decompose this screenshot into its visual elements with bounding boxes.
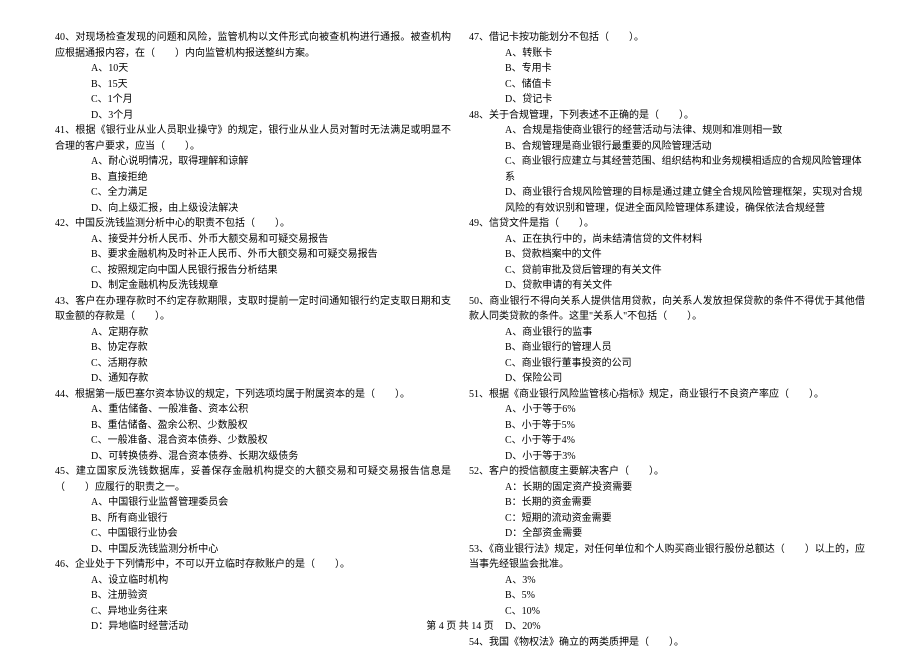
question-51: 51、根据《商业银行风险监管核心指标》规定，商业银行不良资产率应（ ）。 A、小… <box>469 387 865 465</box>
q45-opt-a: A、中国银行业监督管理委员会 <box>55 495 451 511</box>
left-column: 40、对现场检查发现的问题和风险，监管机构以文件形式向被查机构进行通报。被查机构… <box>55 30 451 650</box>
question-49: 49、信贷文件是指（ ）。 A、正在执行中的，尚未结清信贷的文件材料 B、贷款档… <box>469 216 865 294</box>
q53-opt-a: A、3% <box>469 573 865 589</box>
q44-opt-a: A、重估储备、一般准备、资本公积 <box>55 402 451 418</box>
q45-opt-d: D、中国反洗钱监测分析中心 <box>55 542 451 558</box>
q44-opt-c: C、一般准备、混合资本债券、少数股权 <box>55 433 451 449</box>
question-43: 43、客户在办理存款时不约定存款期限，支取时提前一定时间通知银行约定支取日期和支… <box>55 294 451 387</box>
q43-opt-d: D、通知存款 <box>55 371 451 387</box>
q47-opt-d: D、贷记卡 <box>469 92 865 108</box>
two-column-layout: 40、对现场检查发现的问题和风险，监管机构以文件形式向被查机构进行通报。被查机构… <box>55 30 865 650</box>
q51-text: 51、根据《商业银行风险监管核心指标》规定，商业银行不良资产率应（ ）。 <box>469 387 865 403</box>
q50-opt-a: A、商业银行的监事 <box>469 325 865 341</box>
q40-opt-a: A、10天 <box>55 61 451 77</box>
q53-text: 53、《商业银行法》规定，对任何单位和个人购买商业银行股份总额达（ ）以上的，应… <box>469 542 865 573</box>
q50-text: 50、商业银行不得向关系人提供信用贷款，向关系人发放担保贷款的条件不得优于其他借… <box>469 294 865 325</box>
q52-text: 52、客户的授信额度主要解决客户（ ）。 <box>469 464 865 480</box>
q52-opt-b: B：长期的资金需要 <box>469 495 865 511</box>
question-42: 42、中国反洗钱监测分析中心的职责不包括（ ）。 A、接受并分析人民币、外币大额… <box>55 216 451 294</box>
q41-opt-b: B、直接拒绝 <box>55 170 451 186</box>
q41-opt-d: D、向上级汇报，由上级设法解决 <box>55 201 451 217</box>
q42-opt-b: B、要求金融机构及时补正人民币、外币大额交易和可疑交易报告 <box>55 247 451 263</box>
q48-text: 48、关于合规管理，下列表述不正确的是（ ）。 <box>469 108 865 124</box>
q53-opt-b: B、5% <box>469 588 865 604</box>
q48-opt-a: A、合规是指使商业银行的经营活动与法律、规则和准则相一致 <box>469 123 865 139</box>
q49-opt-d: D、贷款申请的有关文件 <box>469 278 865 294</box>
question-50: 50、商业银行不得向关系人提供信用贷款，向关系人发放担保贷款的条件不得优于其他借… <box>469 294 865 387</box>
q40-opt-c: C、1个月 <box>55 92 451 108</box>
question-52: 52、客户的授信额度主要解决客户（ ）。 A：长期的固定资产投资需要 B：长期的… <box>469 464 865 542</box>
q41-opt-a: A、耐心说明情况，取得理解和谅解 <box>55 154 451 170</box>
q46-opt-a: A、设立临时机构 <box>55 573 451 589</box>
question-45: 45、建立国家反洗钱数据库，妥善保存金融机构提交的大额交易和可疑交易报告信息是（… <box>55 464 451 557</box>
question-47: 47、借记卡按功能划分不包括（ ）。 A、转账卡 B、专用卡 C、储值卡 D、贷… <box>469 30 865 108</box>
q51-opt-d: D、小于等于3% <box>469 449 865 465</box>
q42-opt-c: C、按照规定向中国人民银行报告分析结果 <box>55 263 451 279</box>
q44-opt-d: D、可转换债券、混合资本债券、长期次级债务 <box>55 449 451 465</box>
q52-opt-a: A：长期的固定资产投资需要 <box>469 480 865 496</box>
q48-opt-b: B、合规管理是商业银行最重要的风险管理活动 <box>469 139 865 155</box>
q40-opt-b: B、15天 <box>55 77 451 93</box>
q51-opt-c: C、小于等于4% <box>469 433 865 449</box>
q51-opt-b: B、小于等于5% <box>469 418 865 434</box>
q50-opt-b: B、商业银行的管理人员 <box>469 340 865 356</box>
q40-text: 40、对现场检查发现的问题和风险，监管机构以文件形式向被查机构进行通报。被查机构… <box>55 30 451 61</box>
question-41: 41、根据《银行业从业人员职业操守》的规定，银行业从业人员对暂时无法满足或明显不… <box>55 123 451 216</box>
q54-text: 54、我国《物权法》确立的两类质押是（ ）。 <box>469 635 865 650</box>
q50-opt-d: D、保险公司 <box>469 371 865 387</box>
q40-opt-d: D、3个月 <box>55 108 451 124</box>
q48-opt-d: D、商业银行合规风险管理的目标是通过建立健全合规风险管理框架，实现对合规风险的有… <box>469 185 865 216</box>
right-column: 47、借记卡按功能划分不包括（ ）。 A、转账卡 B、专用卡 C、储值卡 D、贷… <box>469 30 865 650</box>
question-44: 44、根据第一版巴塞尔资本协议的规定，下列选项均属于附属资本的是（ ）。 A、重… <box>55 387 451 465</box>
question-48: 48、关于合规管理，下列表述不正确的是（ ）。 A、合规是指使商业银行的经营活动… <box>469 108 865 217</box>
q43-text: 43、客户在办理存款时不约定存款期限，支取时提前一定时间通知银行约定支取日期和支… <box>55 294 451 325</box>
q46-opt-b: B、注册验资 <box>55 588 451 604</box>
q49-text: 49、信贷文件是指（ ）。 <box>469 216 865 232</box>
q44-text: 44、根据第一版巴塞尔资本协议的规定，下列选项均属于附属资本的是（ ）。 <box>55 387 451 403</box>
question-40: 40、对现场检查发现的问题和风险，监管机构以文件形式向被查机构进行通报。被查机构… <box>55 30 451 123</box>
q43-opt-b: B、协定存款 <box>55 340 451 356</box>
q43-opt-c: C、活期存款 <box>55 356 451 372</box>
q47-text: 47、借记卡按功能划分不包括（ ）。 <box>469 30 865 46</box>
q47-opt-a: A、转账卡 <box>469 46 865 62</box>
q43-opt-a: A、定期存款 <box>55 325 451 341</box>
q49-opt-b: B、贷款档案中的文件 <box>469 247 865 263</box>
q42-opt-d: D、制定金融机构反洗钱规章 <box>55 278 451 294</box>
q45-opt-b: B、所有商业银行 <box>55 511 451 527</box>
q44-opt-b: B、重估储备、盈余公积、少数股权 <box>55 418 451 434</box>
q47-opt-c: C、储值卡 <box>469 77 865 93</box>
q52-opt-c: C：短期的流动资金需要 <box>469 511 865 527</box>
q45-text: 45、建立国家反洗钱数据库，妥善保存金融机构提交的大额交易和可疑交易报告信息是（… <box>55 464 451 495</box>
q41-opt-c: C、全力满足 <box>55 185 451 201</box>
q49-opt-c: C、贷前审批及贷后管理的有关文件 <box>469 263 865 279</box>
q51-opt-a: A、小于等于6% <box>469 402 865 418</box>
q52-opt-d: D：全部资金需要 <box>469 526 865 542</box>
page-footer: 第 4 页 共 14 页 <box>0 617 920 632</box>
q45-opt-c: C、中国银行业协会 <box>55 526 451 542</box>
q48-opt-c: C、商业银行应建立与其经营范围、组织结构和业务规模相适应的合规风险管理体系 <box>469 154 865 185</box>
q42-text: 42、中国反洗钱监测分析中心的职责不包括（ ）。 <box>55 216 451 232</box>
question-54: 54、我国《物权法》确立的两类质押是（ ）。 <box>469 635 865 650</box>
q41-text: 41、根据《银行业从业人员职业操守》的规定，银行业从业人员对暂时无法满足或明显不… <box>55 123 451 154</box>
q50-opt-c: C、商业银行董事投资的公司 <box>469 356 865 372</box>
q47-opt-b: B、专用卡 <box>469 61 865 77</box>
q42-opt-a: A、接受并分析人民币、外币大额交易和可疑交易报告 <box>55 232 451 248</box>
q46-text: 46、企业处于下列情形中，不可以开立临时存款账户的是（ ）。 <box>55 557 451 573</box>
q49-opt-a: A、正在执行中的，尚未结清信贷的文件材料 <box>469 232 865 248</box>
